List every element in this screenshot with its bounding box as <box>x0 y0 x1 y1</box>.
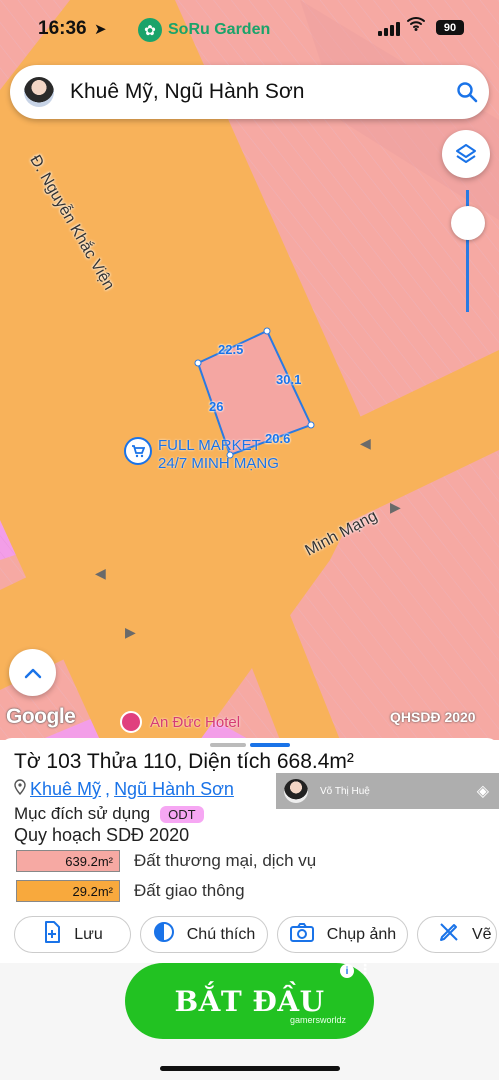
save-button-label: Lưu <box>74 925 103 943</box>
legend-icon <box>153 921 175 948</box>
parcel-dim-top: 22.5 <box>218 342 244 357</box>
cart-icon <box>124 437 152 465</box>
ad-cta-button[interactable]: BẮT ĐẦU gamersworldz <box>125 963 374 1039</box>
chevron-up-icon <box>24 667 42 679</box>
parcel-info-sheet: Tờ 103 Thửa 110, Diện tích 668.4m² Khuê … <box>0 738 499 963</box>
svg-text:◀: ◀ <box>360 435 371 451</box>
purpose-label: Mục đích sử dụng <box>14 804 151 823</box>
district-link[interactable]: Ngũ Hành Sơn <box>114 779 234 800</box>
area-label-road: Đất giao thông <box>134 881 245 900</box>
area-value-commercial: 639.2m² <box>16 850 120 872</box>
user-name: Võ Thị Huệ <box>320 785 370 797</box>
map-layer-credit: QHSDĐ 2020 <box>390 709 476 725</box>
poi-full-market[interactable]: FULL MARKET 24/7 MINH MẠNG <box>124 437 279 473</box>
poi-market-name: FULL MARKET <box>158 437 261 454</box>
ad-banner[interactable]: BẮT ĐẦU gamersworldz i ⋮ <box>0 961 499 1080</box>
home-indicator[interactable] <box>160 1066 340 1071</box>
location-pin-icon <box>14 779 26 800</box>
sheet-handle-right[interactable] <box>250 743 290 747</box>
search-bar[interactable]: Khuê Mỹ, Ngũ Hành Sơn <box>10 65 489 119</box>
parcel-title: Tờ 103 Thửa 110, Diện tích 668.4m² <box>14 750 354 773</box>
bookmark-add-icon <box>42 921 62 948</box>
action-chip-row: Lưu Chú thích Chụp ảnh Vẽ <box>14 916 497 953</box>
poi-market-subname: 24/7 MINH MẠNG <box>158 455 279 472</box>
hotel-pin-icon <box>120 711 142 733</box>
purpose-code-badge: ODT <box>160 805 204 823</box>
search-query[interactable]: Khuê Mỹ, Ngũ Hành Sơn <box>70 80 445 104</box>
google-logo: Google <box>6 705 76 728</box>
wifi-icon <box>406 15 426 31</box>
avatar[interactable] <box>24 77 54 107</box>
layers-icon <box>454 142 478 166</box>
opacity-slider-handle[interactable] <box>451 206 485 240</box>
app-indicator[interactable]: ✿ SoRu Garden <box>138 18 270 42</box>
sheet-handle-left[interactable] <box>210 743 246 747</box>
svg-text:▶: ▶ <box>125 624 136 640</box>
parcel-dim-left: 26 <box>209 399 224 414</box>
clover-icon: ✿ <box>138 18 162 42</box>
status-time: 16:36 <box>38 18 87 39</box>
poi-hotel-name: An Đức Hotel <box>150 713 241 731</box>
parcel-location: Khuê Mỹ, Ngũ Hành Sơn <box>14 779 234 800</box>
area-label-commercial: Đất thương mại, dịch vụ <box>134 851 317 870</box>
location-arrow-icon: ➤ <box>94 21 107 38</box>
draw-button[interactable]: Vẽ <box>417 916 497 953</box>
svg-text:▶: ▶ <box>390 499 401 515</box>
area-row-road: 29.2m² Đất giao thông <box>16 880 245 902</box>
area-value-road: 29.2m² <box>16 880 120 902</box>
layers-button[interactable] <box>442 130 490 178</box>
expand-sheet-button[interactable] <box>9 649 56 696</box>
land-use-purpose: Mục đích sử dụng ODT <box>14 804 204 824</box>
search-icon[interactable] <box>445 81 489 103</box>
draw-button-label: Vẽ <box>472 925 492 943</box>
cellular-signal-icon <box>378 20 400 36</box>
app-indicator-name: SoRu Garden <box>168 21 271 38</box>
svg-text:◀: ◀ <box>95 565 106 581</box>
legend-button[interactable]: Chú thích <box>140 916 268 953</box>
camera-icon <box>289 921 315 948</box>
capture-button-label: Chụp ảnh <box>326 925 397 943</box>
battery-icon: 90 <box>436 20 464 35</box>
poi-an-duc-hotel[interactable]: An Đức Hotel <box>120 711 240 733</box>
area-row-commercial: 639.2m² Đất thương mại, dịch vụ <box>16 850 316 872</box>
legend-button-label: Chú thích <box>186 925 256 943</box>
ad-menu-icon[interactable]: ⋮ <box>358 961 372 978</box>
user-watermark-overlay: Võ Thị Huệ ◈ <box>276 773 499 809</box>
user-avatar <box>284 779 308 803</box>
ad-info-icon[interactable]: i <box>340 964 354 978</box>
save-button[interactable]: Lưu <box>14 916 131 953</box>
capture-button[interactable]: Chụp ảnh <box>277 916 408 953</box>
map-view[interactable]: ◀ ◀ ▶ ▶ Đ. Nguyễn Khắc Viện Minh Mạng 22… <box>0 0 499 740</box>
ad-cta-label: BẮT ĐẦU <box>174 984 325 1018</box>
draw-icon <box>438 921 460 948</box>
plan-label: Quy hoạch SDĐ 2020 <box>14 825 190 845</box>
ward-link[interactable]: Khuê Mỹ <box>30 779 101 800</box>
stack-logo-icon: ◈ <box>476 783 489 800</box>
ad-brand: gamersworldz <box>289 1015 346 1025</box>
status-bar: 16:36 ➤ ✿ SoRu Garden 90 <box>0 0 499 60</box>
parcel-dim-right: 30.1 <box>276 372 302 387</box>
